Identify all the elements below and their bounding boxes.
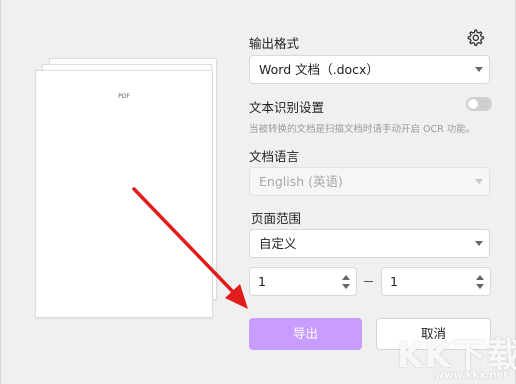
dialog-window: PDF 输出格式 Word 文档（.docx） 文本识别设置 当被转换的文档是扫… [0,0,516,384]
range-separator [364,281,373,282]
output-format-select[interactable]: Word 文档（.docx） [249,55,490,84]
toggle-knob [468,99,478,109]
watermark-logo: KK下载 www.kkx.net [395,326,516,384]
stepper-up-icon[interactable] [476,275,484,280]
page-range-value: 自定义 [259,236,297,251]
ocr-toggle[interactable] [466,97,492,111]
page-range-select[interactable]: 自定义 [249,229,490,258]
chevron-down-icon [475,241,483,246]
document-language-value: English (英语) [259,174,343,189]
watermark-url: www.kkx.net [435,370,509,381]
page-from-value: 1 [258,274,266,289]
document-preview: PDF [35,58,221,320]
gear-icon[interactable] [465,28,485,48]
output-format-label: 输出格式 [249,36,300,51]
ocr-settings-label: 文本识别设置 [249,100,325,115]
page-range-label: 页面范围 [251,211,302,226]
preview-pdf-label: PDF [118,93,130,100]
document-language-label: 文档语言 [249,149,300,164]
preview-page-front: PDF [35,70,213,318]
chevron-down-icon [475,67,483,72]
chevron-down-icon [475,179,483,184]
page-to-value: 1 [390,274,398,289]
stepper-down-icon[interactable] [476,284,484,289]
stepper-up-icon[interactable] [342,275,350,280]
stepper-down-icon[interactable] [342,284,350,289]
output-format-value: Word 文档（.docx） [259,62,379,77]
page-to-stepper[interactable]: 1 [381,267,491,296]
document-language-select[interactable]: English (英语) [249,167,490,196]
ocr-hint: 当被转换的文档是扫描文档时请手动开启 OCR 功能。 [249,124,476,135]
export-button[interactable]: 导出 [249,318,362,350]
page-from-stepper[interactable]: 1 [249,267,357,296]
